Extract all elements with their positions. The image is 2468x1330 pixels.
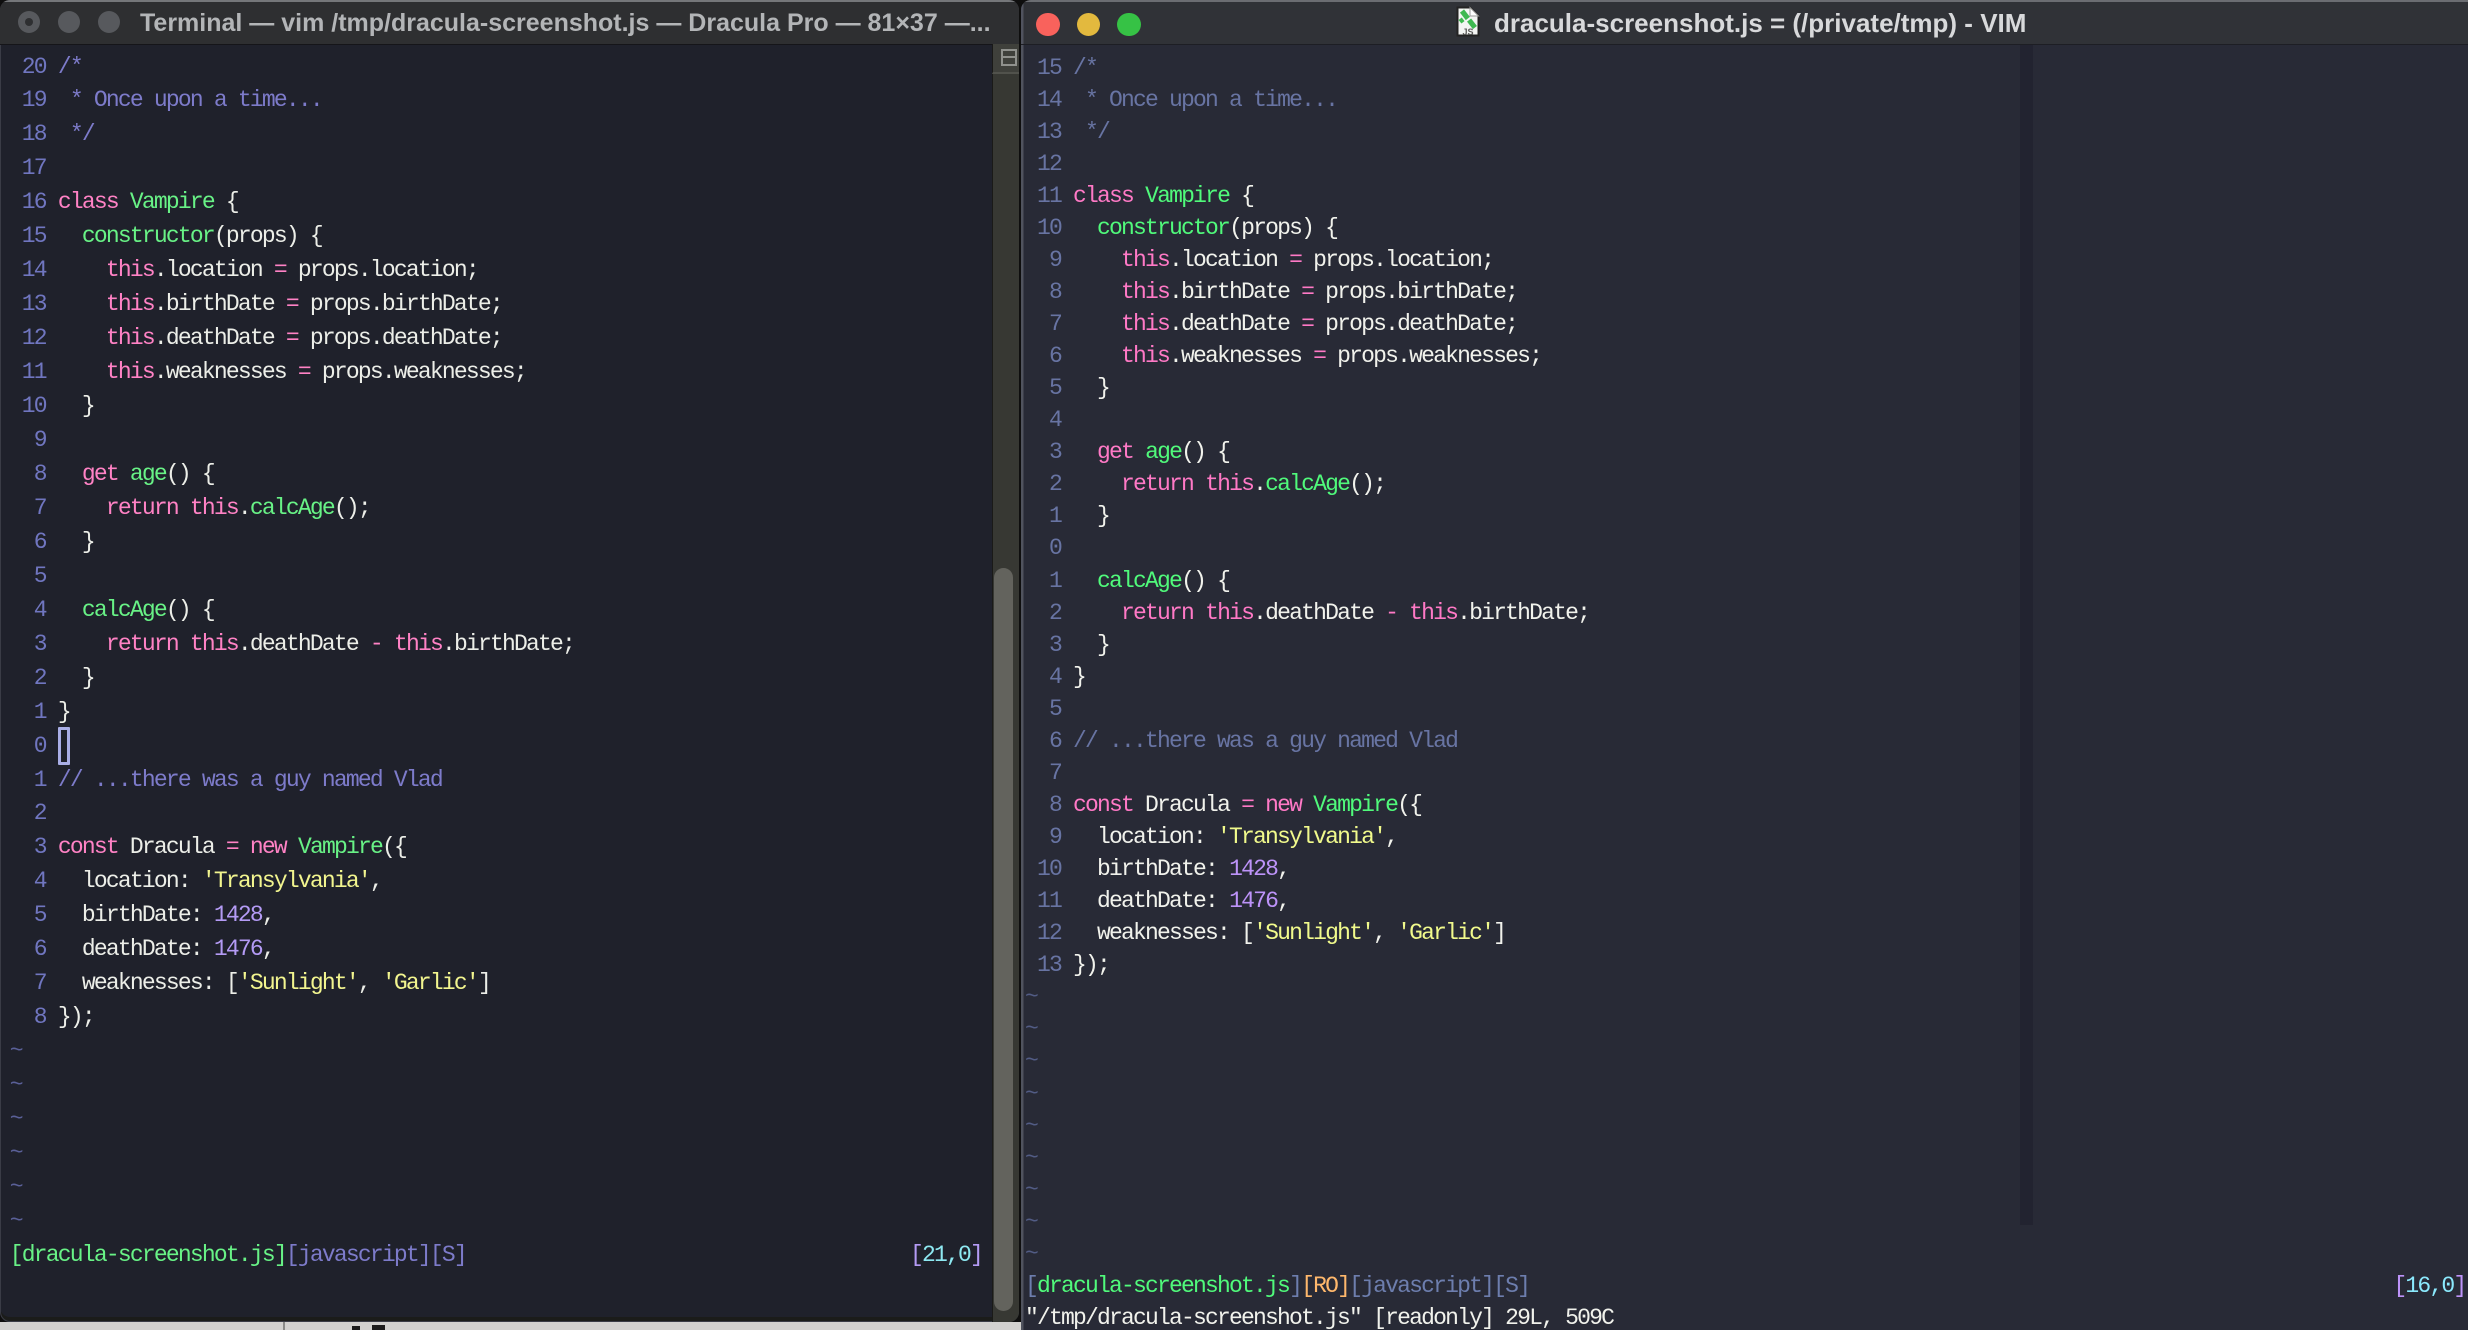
svg-text:JS: JS: [1462, 27, 1473, 37]
